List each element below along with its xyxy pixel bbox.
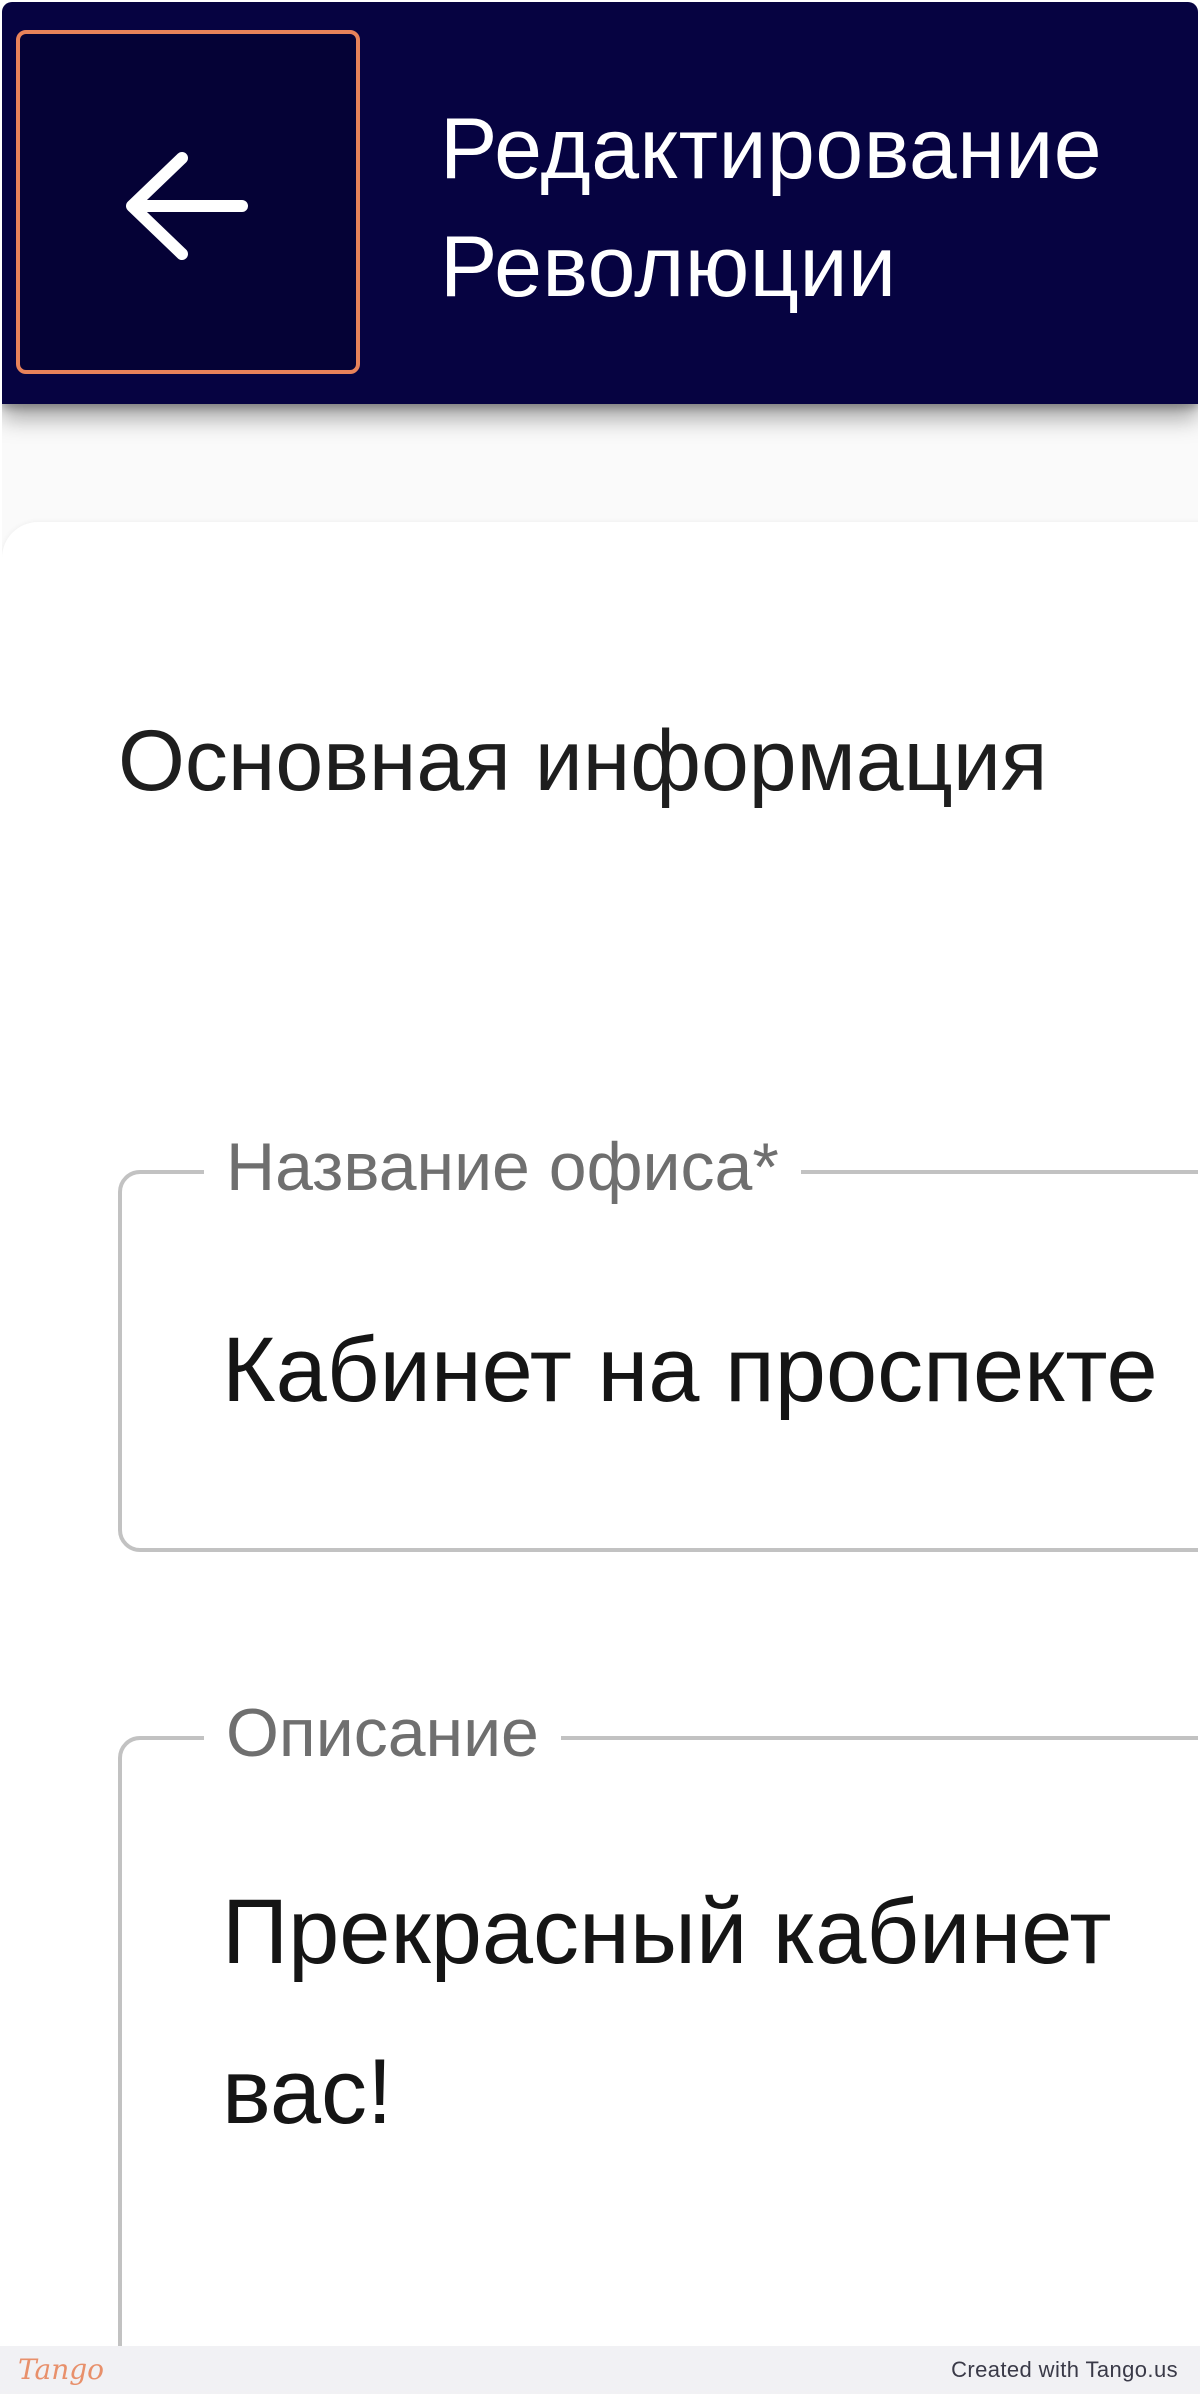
section-title: Основная информация: [118, 713, 1048, 809]
app-window: Редактирование Революции Основная информ…: [2, 2, 1198, 2346]
created-with-credit: Created with Tango.us: [951, 2357, 1178, 2382]
top-app-bar: Редактирование Революции: [2, 2, 1198, 404]
description-label: Описание: [204, 1678, 561, 1788]
office-name-field[interactable]: Название офиса* Кабинет на проспекте: [118, 1112, 1198, 1552]
back-button[interactable]: [16, 30, 360, 374]
tango-logo: Tango: [18, 2353, 105, 2386]
office-name-input[interactable]: Кабинет на проспекте: [222, 1314, 1158, 1426]
form-card: Основная информация Название офиса* Каби…: [2, 522, 1198, 2346]
page-title: Редактирование Революции: [440, 101, 1103, 315]
office-name-label: Название офиса*: [204, 1112, 801, 1222]
tango-footer: Tango Created with Tango.us: [0, 2346, 1200, 2394]
screenshot-frame: Редактирование Революции Основная информ…: [0, 0, 1200, 2346]
description-textarea[interactable]: Прекрасный кабинет вас!: [222, 1852, 1112, 2172]
arrow-left-icon: [126, 152, 248, 260]
description-field[interactable]: Описание Прекрасный кабинет вас!: [118, 1678, 1198, 2346]
